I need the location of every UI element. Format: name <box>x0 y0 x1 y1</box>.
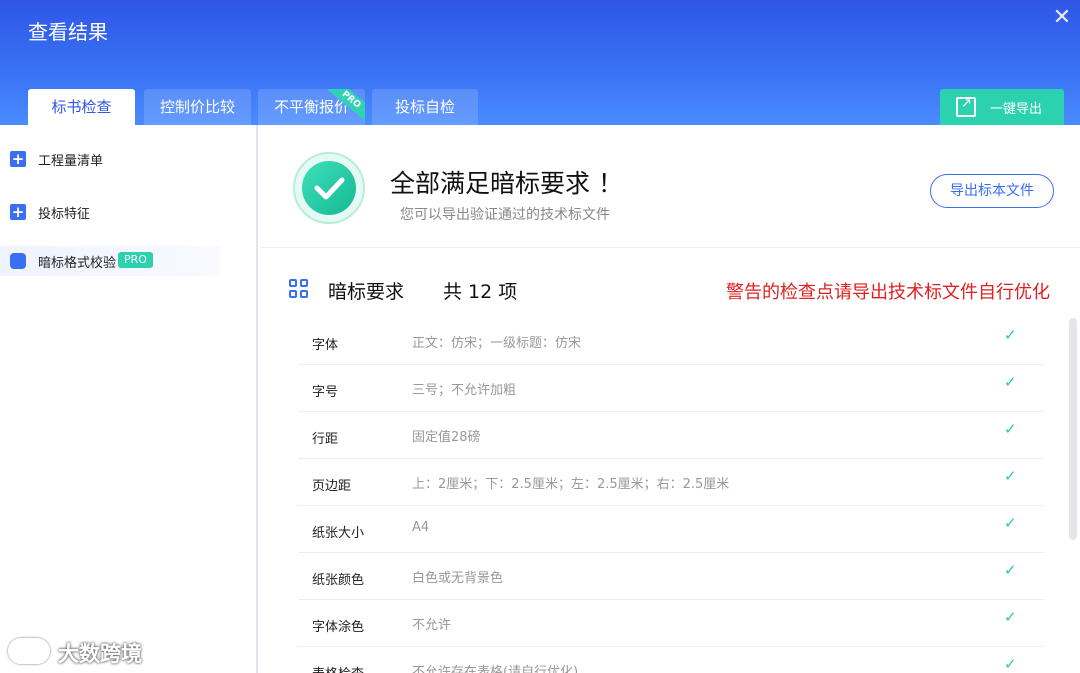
check-icon: ✓ <box>1004 608 1017 626</box>
table-row: 页边距 上：2厘米；下：2.5厘米；左：2.5厘米；右：2.5厘米 ✓ <box>298 459 1044 506</box>
tab-unbalanced-quote[interactable]: 不平衡报价 PRO <box>258 89 365 125</box>
table-row: 字体涂色 不允许 ✓ <box>298 600 1044 647</box>
export-all-button[interactable]: 一键导出 <box>940 89 1064 125</box>
watermark-logo-icon <box>8 638 50 664</box>
table-row: 纸张大小 A4 ✓ <box>298 506 1044 553</box>
grid-icon <box>289 279 309 299</box>
requirements-title: 暗标要求 <box>328 281 405 303</box>
table-row: 字号 三号；不允许加粗 ✓ <box>298 365 1044 412</box>
square-icon <box>10 253 26 269</box>
tab-control-price[interactable]: 控制价比较 <box>144 89 251 125</box>
divider <box>260 247 1080 248</box>
table-row: 字体 正文：仿宋；一级标题：仿宋 ✓ <box>298 318 1044 365</box>
export-standard-file-button[interactable]: 导出标本文件 <box>930 174 1054 208</box>
result-subtitle: 您可以导出验证通过的技术标文件 <box>400 207 610 223</box>
check-icon: ✓ <box>1004 655 1017 673</box>
requirements-list: 字体 正文：仿宋；一级标题：仿宋 ✓ 字号 三号；不允许加粗 ✓ 行距 固定值2… <box>298 318 1044 673</box>
plus-icon: + <box>10 203 26 221</box>
pro-badge: PRO <box>118 252 153 268</box>
table-row: 表格检查 不允许存在表格(请自行优化) ✓ <box>298 647 1044 673</box>
sidebar-item-format-check[interactable]: 暗标格式校验 PRO <box>0 246 220 276</box>
check-icon: ✓ <box>1004 467 1017 485</box>
requirements-count: 共 12 项 <box>443 281 518 303</box>
table-row: 行距 固定值28磅 ✓ <box>298 412 1044 459</box>
check-icon: ✓ <box>1004 326 1017 344</box>
result-title: 全部满足暗标要求 ！ <box>390 169 623 198</box>
scrollbar[interactable] <box>1069 318 1077 540</box>
export-icon <box>956 96 976 117</box>
tab-bid-check[interactable]: 标书检查 <box>28 89 135 125</box>
window-title: 查看结果 <box>28 20 108 44</box>
plus-icon: + <box>10 150 26 168</box>
check-icon: ✓ <box>1004 561 1017 579</box>
sidebar: + 工程量清单 + 投标特征 暗标格式校验 PRO <box>0 125 258 673</box>
tab-self-check[interactable]: 投标自检 <box>372 89 478 125</box>
table-row: 纸张颜色 白色或无背景色 ✓ <box>298 553 1044 600</box>
warning-text: 警告的检查点请导出技术标文件自行优化 <box>726 282 1050 303</box>
check-icon: ✓ <box>1004 373 1017 391</box>
check-circle-icon <box>293 152 365 224</box>
check-icon: ✓ <box>1004 420 1017 438</box>
close-icon[interactable]: ✕ <box>1052 7 1072 29</box>
check-icon: ✓ <box>1004 514 1017 532</box>
